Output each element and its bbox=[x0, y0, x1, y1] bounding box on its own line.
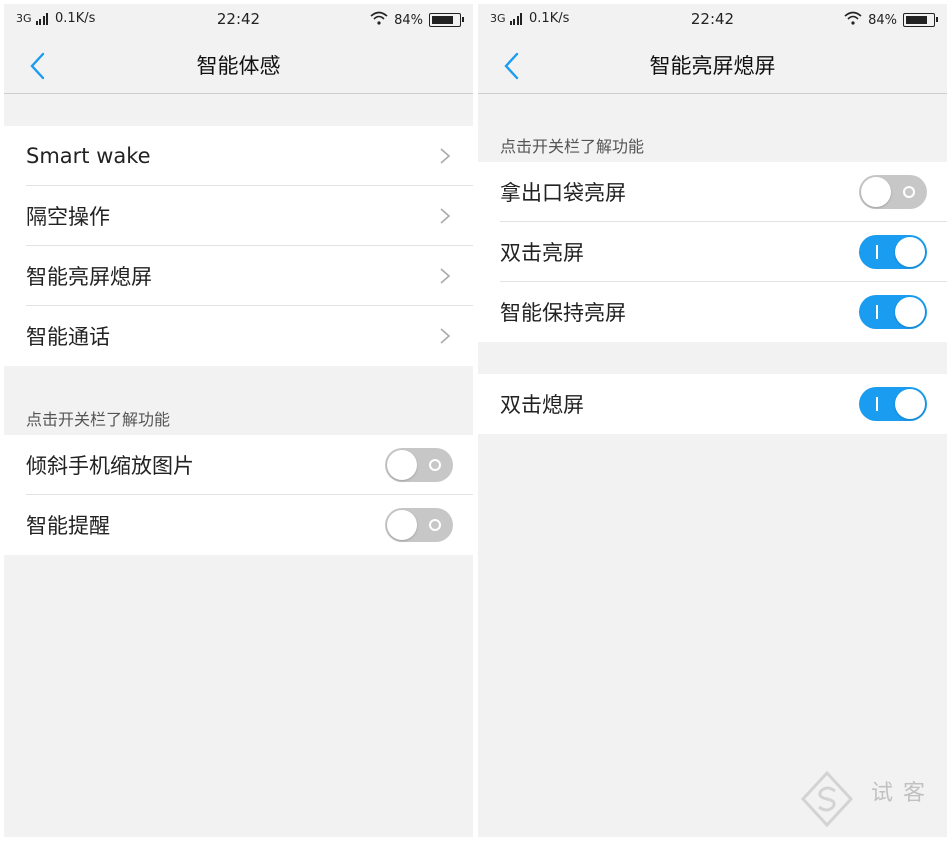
watermark-text: 试客 bbox=[871, 781, 936, 806]
toggle-row-double-tap-sleep[interactable]: 双击熄屏 bbox=[478, 374, 947, 434]
wifi-icon bbox=[370, 11, 388, 29]
section-header: 点击开关栏了解功能 bbox=[26, 410, 171, 429]
chevron-right-icon bbox=[440, 208, 451, 224]
double-tap-wake-toggle[interactable] bbox=[859, 235, 927, 269]
toggle-row-smart-reminder[interactable]: 智能提醒 bbox=[4, 495, 473, 555]
nav-bar: 智能体感 bbox=[4, 34, 473, 94]
list-item-label: 隔空操作 bbox=[26, 205, 110, 229]
chevron-right-icon bbox=[440, 328, 451, 344]
toggle-row-tilt-zoom[interactable]: 倾斜手机缩放图片 bbox=[4, 435, 473, 495]
battery-percent: 84% bbox=[394, 12, 423, 28]
battery-icon bbox=[429, 13, 464, 27]
pocket-wake-toggle[interactable] bbox=[859, 175, 927, 209]
smart-stay-toggle[interactable] bbox=[859, 295, 927, 329]
battery-percent: 84% bbox=[868, 12, 897, 28]
list-item-smart-call[interactable]: 智能通话 bbox=[4, 306, 473, 366]
battery-icon bbox=[903, 13, 938, 27]
toggle-row-pocket-wake[interactable]: 拿出口袋亮屏 bbox=[478, 162, 947, 222]
list-item-label: Smart wake bbox=[26, 144, 151, 168]
list-item-smart-screen[interactable]: 智能亮屏熄屏 bbox=[4, 246, 473, 306]
toggle-list: 拿出口袋亮屏 双击亮屏 智能保持亮屏 bbox=[478, 162, 947, 342]
list-item-label: 智能通话 bbox=[26, 325, 110, 349]
list-item-air-gesture[interactable]: 隔空操作 bbox=[4, 186, 473, 246]
watermark-logo: 试客 bbox=[797, 769, 937, 829]
nav-bar: 智能亮屏熄屏 bbox=[478, 34, 947, 94]
toggle-list: 倾斜手机缩放图片 智能提醒 bbox=[4, 435, 473, 555]
chevron-right-icon bbox=[440, 148, 451, 164]
double-tap-sleep-toggle[interactable] bbox=[859, 387, 927, 421]
section-header: 点击开关栏了解功能 bbox=[500, 137, 645, 156]
list-item-smart-wake[interactable]: Smart wake bbox=[4, 126, 473, 186]
wifi-icon bbox=[844, 11, 862, 29]
screen-smart-motion: 3G 0.1K/s 22:42 84% 智能体感 Smart wake 隔空操作 bbox=[4, 4, 473, 837]
chevron-right-icon bbox=[440, 268, 451, 284]
toggle-row-double-tap-wake[interactable]: 双击亮屏 bbox=[478, 222, 947, 282]
status-bar: 3G 0.1K/s 22:42 84% bbox=[4, 4, 473, 34]
toggle-row-smart-stay[interactable]: 智能保持亮屏 bbox=[478, 282, 947, 342]
status-bar: 3G 0.1K/s 22:42 84% bbox=[478, 4, 947, 34]
screen-smart-screen: 3G 0.1K/s 22:42 84% 智能亮屏熄屏 点击开关栏了解功能 拿出口… bbox=[478, 4, 947, 837]
list-item-label: 智能亮屏熄屏 bbox=[26, 265, 152, 289]
page-title: 智能体感 bbox=[196, 54, 281, 78]
feature-list: Smart wake 隔空操作 智能亮屏熄屏 智能通话 bbox=[4, 126, 473, 366]
page-title: 智能亮屏熄屏 bbox=[649, 54, 776, 78]
toggle-list-2: 双击熄屏 bbox=[478, 374, 947, 434]
smart-reminder-toggle[interactable] bbox=[385, 508, 453, 542]
shield-icon bbox=[800, 770, 854, 828]
tilt-zoom-toggle[interactable] bbox=[385, 448, 453, 482]
